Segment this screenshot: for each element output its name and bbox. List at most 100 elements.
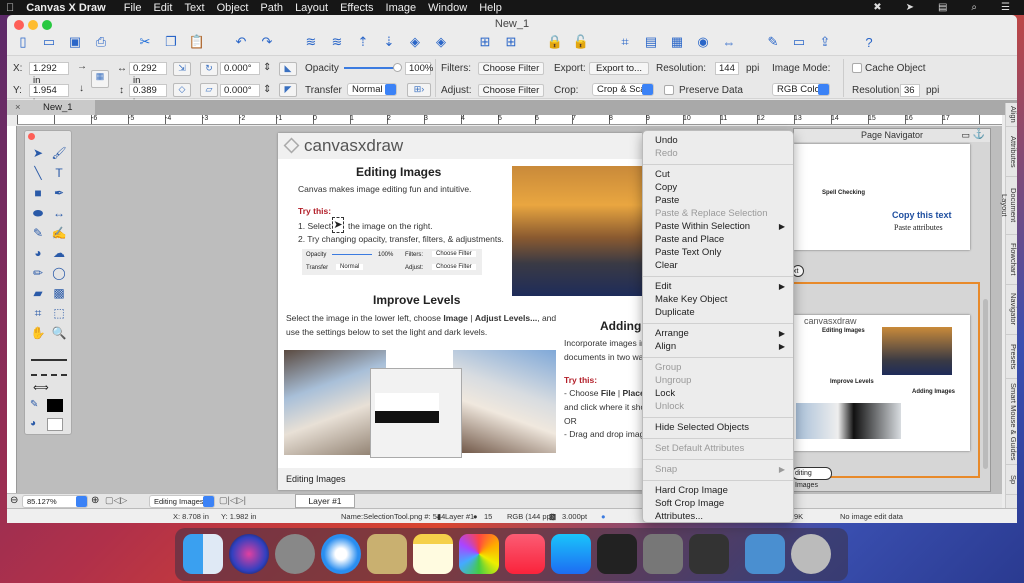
select-area-tool-icon[interactable]: ⬚ [51,305,67,321]
new-document-icon[interactable]: ▯ [15,34,31,50]
bring-front-icon[interactable]: ◈ [407,34,423,50]
city-skyline-image[interactable] [512,166,642,296]
eyedropper-icon[interactable]: ✎ [30,399,38,410]
side-tab-document-layout[interactable]: Document Layout [1000,177,1017,235]
context-menu-item-paste-within-selection[interactable]: Paste Within Selection ▶ [643,220,793,233]
lock-icon[interactable]: 🔒 [547,34,563,50]
flag-us-icon[interactable]: ▤ [932,2,953,13]
anchor-icon[interactable]: ⚓ [973,129,985,140]
dock-photos-icon[interactable] [459,534,499,574]
context-menu-item-cut[interactable]: Cut [643,168,793,181]
palette-close-icon[interactable] [28,133,35,140]
fill-color-swatch[interactable] [47,418,63,431]
layer-tab[interactable]: Layer #1 [295,494,355,508]
search-icon[interactable]: ⌕ [965,2,983,13]
cursor-icon[interactable]: ➤ [900,2,920,13]
height-field[interactable]: 0.389 in [129,84,167,108]
copy-icon[interactable]: ❐ [163,34,179,50]
dock-downloads-icon[interactable] [745,534,785,574]
panel-toggle-icon[interactable]: ▭ [961,130,970,141]
paint-tool-icon[interactable]: ✍ [51,225,67,241]
bucket-tool-icon[interactable]: ◕ [30,245,46,261]
resolution-field[interactable]: 144 [715,62,739,75]
dock-terminal-icon[interactable] [597,534,637,574]
context-menu-item-hide-selected-objects[interactable]: Hide Selected Objects [643,421,793,434]
save-icon[interactable]: ▣ [67,34,83,50]
menu-effects[interactable]: Effects [334,2,379,14]
context-menu-item-undo[interactable]: Undo [643,134,793,147]
export-button[interactable]: Export to... [589,62,649,75]
x-field[interactable]: 1.292 in [29,62,69,86]
pen-tool-icon[interactable]: ✒ [51,185,67,201]
skew-stepper[interactable]: ⇕ [263,84,271,95]
record-icon[interactable]: ◉ [695,34,711,50]
layer-forward-icon[interactable]: ≋ [329,34,345,50]
rotation-field[interactable]: 0.000° [220,62,260,75]
preserve-data-checkbox[interactable] [664,85,674,95]
page-thumbnail-1[interactable]: Spell Checking Copy this text Paste attr… [794,144,970,250]
open-icon[interactable]: ▭ [41,34,57,50]
zoom-select[interactable]: 85.127% [22,495,88,508]
context-menu-item-edit[interactable]: Edit ▶ [643,280,793,293]
menu-image[interactable]: Image [380,2,423,14]
transfer-tool-button[interactable]: ◤ [279,83,297,97]
context-menu-item-soft-crop-image[interactable]: Soft Crop Image [643,497,793,510]
size-options-button[interactable]: ⇲ [173,62,191,76]
dock-notes-icon[interactable] [413,534,453,574]
context-menu-item-arrange[interactable]: Arrange ▶ [643,327,793,340]
dock-canvas-x-draw-icon[interactable] [689,534,729,574]
toolbox-icon[interactable]: ✖ [867,2,887,13]
undo-icon[interactable]: ↶ [233,34,249,50]
menu-help[interactable]: Help [473,2,508,14]
building-image-after[interactable] [453,350,556,453]
present-icon[interactable]: ▭ [791,34,807,50]
menu-object[interactable]: Object [211,2,255,14]
menu-edit[interactable]: Edit [147,2,178,14]
side-tab-navigator[interactable]: Navigator [1006,285,1017,335]
context-menu-item-hard-crop-image[interactable]: Hard Crop Image [643,484,793,497]
context-menu-item-duplicate[interactable]: Duplicate [643,306,793,319]
context-menu-item-clear[interactable]: Clear [643,259,793,272]
opacity-field[interactable]: 100% [405,62,433,75]
zoom-in-icon[interactable]: ⊕ [91,495,99,506]
dock-safari-icon[interactable] [321,534,361,574]
apple-menu[interactable]:  [0,2,20,14]
menu-file[interactable]: File [118,2,148,14]
menu-text[interactable]: Text [178,2,210,14]
dock-system-preferences-icon[interactable] [643,534,683,574]
eyedropper-tool-icon[interactable]: ✎ [30,225,46,241]
dock-app-store-icon[interactable] [551,534,591,574]
page-label-2[interactable]: diting Images [792,467,832,489]
close-tab-icon[interactable]: × [15,100,21,115]
context-menu-item-copy[interactable]: Copy [643,181,793,194]
paste-icon[interactable]: 📋 [189,34,205,50]
eraser-tool-icon[interactable]: ▰ [30,285,46,301]
layer-back-icon[interactable]: ≋ [303,34,319,50]
grid-alt-icon[interactable]: ⊞ [503,34,519,50]
menu-path[interactable]: Path [254,2,289,14]
move-up-icon[interactable]: ⇡ [355,34,371,50]
page-nav-buttons[interactable]: ▢◁▷ [105,495,127,506]
context-menu-item-paste-and-place[interactable]: Paste and Place [643,233,793,246]
filters-button[interactable]: Choose Filter [478,62,544,75]
skew-icon[interactable]: ▱ [200,83,218,97]
arrow-style-swatch[interactable]: ⟺ [33,381,49,394]
selection-tool-icon[interactable]: ➤ [30,145,46,161]
context-menu-item-attributes[interactable]: Attributes... [643,510,793,523]
image-icon[interactable]: ▦ [669,34,685,50]
dock-trash-icon[interactable] [791,534,831,574]
marker-tool-icon[interactable]: ✏ [30,265,46,281]
context-menu-item-lock[interactable]: Lock [643,387,793,400]
dock-mail-icon[interactable] [367,534,407,574]
side-tab-sp[interactable]: Sp [1006,465,1017,495]
dock-finder-icon[interactable] [183,534,223,574]
opacity-slider-thumb[interactable] [393,63,402,72]
dock-siri-icon[interactable] [229,534,269,574]
adjust-button[interactable]: Choose Filter [478,84,544,97]
flip-icon[interactable]: ⇔ [721,35,737,50]
ellipse-tool-icon[interactable]: ⬬ [30,205,46,221]
shape-options-button[interactable]: ◇ [173,83,191,97]
context-menu-item-paste[interactable]: Paste [643,194,793,207]
navigator-scrollbar[interactable] [983,299,988,469]
crop-tool-icon[interactable]: ⌗ [30,305,46,321]
